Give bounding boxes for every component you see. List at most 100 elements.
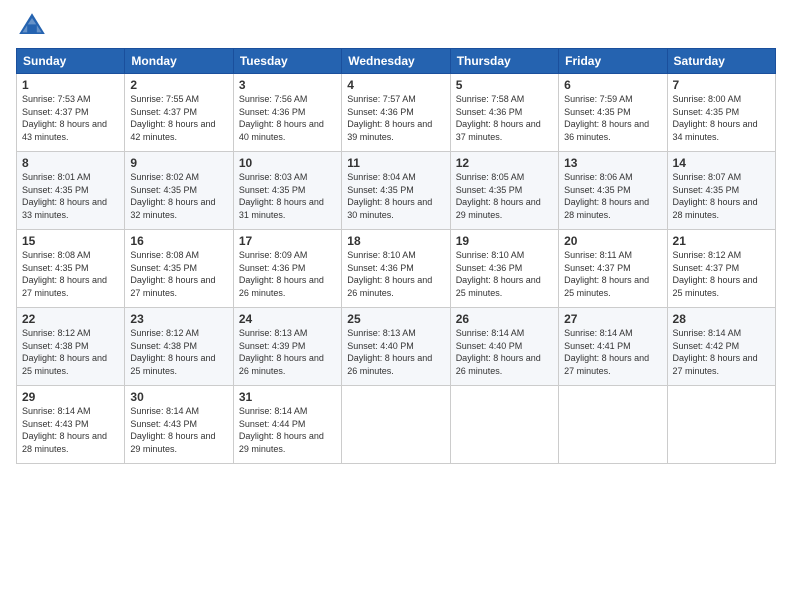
- day-cell: 14 Sunrise: 8:07 AMSunset: 4:35 PMDaylig…: [667, 152, 775, 230]
- day-cell: 8 Sunrise: 8:01 AMSunset: 4:35 PMDayligh…: [17, 152, 125, 230]
- logo-icon: [16, 10, 48, 42]
- day-cell: 25 Sunrise: 8:13 AMSunset: 4:40 PMDaylig…: [342, 308, 450, 386]
- day-info: Sunrise: 8:03 AMSunset: 4:35 PMDaylight:…: [239, 172, 324, 220]
- day-number: 31: [239, 390, 336, 404]
- day-info: Sunrise: 7:53 AMSunset: 4:37 PMDaylight:…: [22, 94, 107, 142]
- day-cell: 10 Sunrise: 8:03 AMSunset: 4:35 PMDaylig…: [233, 152, 341, 230]
- day-number: 6: [564, 78, 661, 92]
- day-info: Sunrise: 8:07 AMSunset: 4:35 PMDaylight:…: [673, 172, 758, 220]
- day-cell: 4 Sunrise: 7:57 AMSunset: 4:36 PMDayligh…: [342, 74, 450, 152]
- page: SundayMondayTuesdayWednesdayThursdayFrid…: [0, 0, 792, 612]
- day-number: 19: [456, 234, 553, 248]
- day-info: Sunrise: 8:10 AMSunset: 4:36 PMDaylight:…: [347, 250, 432, 298]
- day-info: Sunrise: 7:55 AMSunset: 4:37 PMDaylight:…: [130, 94, 215, 142]
- weekday-header-saturday: Saturday: [667, 49, 775, 74]
- day-info: Sunrise: 8:13 AMSunset: 4:39 PMDaylight:…: [239, 328, 324, 376]
- day-number: 24: [239, 312, 336, 326]
- day-number: 20: [564, 234, 661, 248]
- week-row-3: 15 Sunrise: 8:08 AMSunset: 4:35 PMDaylig…: [17, 230, 776, 308]
- day-cell: 23 Sunrise: 8:12 AMSunset: 4:38 PMDaylig…: [125, 308, 233, 386]
- day-info: Sunrise: 8:08 AMSunset: 4:35 PMDaylight:…: [130, 250, 215, 298]
- weekday-header-thursday: Thursday: [450, 49, 558, 74]
- day-cell: 3 Sunrise: 7:56 AMSunset: 4:36 PMDayligh…: [233, 74, 341, 152]
- day-info: Sunrise: 8:14 AMSunset: 4:41 PMDaylight:…: [564, 328, 649, 376]
- day-info: Sunrise: 8:09 AMSunset: 4:36 PMDaylight:…: [239, 250, 324, 298]
- week-row-4: 22 Sunrise: 8:12 AMSunset: 4:38 PMDaylig…: [17, 308, 776, 386]
- day-cell: [342, 386, 450, 464]
- day-number: 25: [347, 312, 444, 326]
- day-cell: 13 Sunrise: 8:06 AMSunset: 4:35 PMDaylig…: [559, 152, 667, 230]
- day-info: Sunrise: 8:02 AMSunset: 4:35 PMDaylight:…: [130, 172, 215, 220]
- day-cell: 19 Sunrise: 8:10 AMSunset: 4:36 PMDaylig…: [450, 230, 558, 308]
- weekday-header-wednesday: Wednesday: [342, 49, 450, 74]
- day-number: 29: [22, 390, 119, 404]
- day-cell: 7 Sunrise: 8:00 AMSunset: 4:35 PMDayligh…: [667, 74, 775, 152]
- day-number: 12: [456, 156, 553, 170]
- day-info: Sunrise: 8:01 AMSunset: 4:35 PMDaylight:…: [22, 172, 107, 220]
- day-cell: 27 Sunrise: 8:14 AMSunset: 4:41 PMDaylig…: [559, 308, 667, 386]
- day-number: 1: [22, 78, 119, 92]
- calendar-table: SundayMondayTuesdayWednesdayThursdayFrid…: [16, 48, 776, 464]
- day-cell: [559, 386, 667, 464]
- day-info: Sunrise: 8:06 AMSunset: 4:35 PMDaylight:…: [564, 172, 649, 220]
- day-number: 28: [673, 312, 770, 326]
- day-number: 21: [673, 234, 770, 248]
- day-number: 10: [239, 156, 336, 170]
- day-number: 16: [130, 234, 227, 248]
- weekday-header-tuesday: Tuesday: [233, 49, 341, 74]
- day-number: 4: [347, 78, 444, 92]
- day-info: Sunrise: 8:14 AMSunset: 4:40 PMDaylight:…: [456, 328, 541, 376]
- day-number: 9: [130, 156, 227, 170]
- day-number: 11: [347, 156, 444, 170]
- header: [16, 10, 776, 42]
- day-info: Sunrise: 8:12 AMSunset: 4:38 PMDaylight:…: [22, 328, 107, 376]
- day-number: 23: [130, 312, 227, 326]
- day-cell: 21 Sunrise: 8:12 AMSunset: 4:37 PMDaylig…: [667, 230, 775, 308]
- day-info: Sunrise: 8:11 AMSunset: 4:37 PMDaylight:…: [564, 250, 649, 298]
- week-row-5: 29 Sunrise: 8:14 AMSunset: 4:43 PMDaylig…: [17, 386, 776, 464]
- day-info: Sunrise: 7:56 AMSunset: 4:36 PMDaylight:…: [239, 94, 324, 142]
- day-number: 17: [239, 234, 336, 248]
- day-cell: 26 Sunrise: 8:14 AMSunset: 4:40 PMDaylig…: [450, 308, 558, 386]
- day-info: Sunrise: 8:05 AMSunset: 4:35 PMDaylight:…: [456, 172, 541, 220]
- day-cell: 6 Sunrise: 7:59 AMSunset: 4:35 PMDayligh…: [559, 74, 667, 152]
- day-number: 2: [130, 78, 227, 92]
- day-cell: 12 Sunrise: 8:05 AMSunset: 4:35 PMDaylig…: [450, 152, 558, 230]
- day-cell: 22 Sunrise: 8:12 AMSunset: 4:38 PMDaylig…: [17, 308, 125, 386]
- day-cell: 11 Sunrise: 8:04 AMSunset: 4:35 PMDaylig…: [342, 152, 450, 230]
- day-info: Sunrise: 8:00 AMSunset: 4:35 PMDaylight:…: [673, 94, 758, 142]
- day-cell: 16 Sunrise: 8:08 AMSunset: 4:35 PMDaylig…: [125, 230, 233, 308]
- day-cell: 15 Sunrise: 8:08 AMSunset: 4:35 PMDaylig…: [17, 230, 125, 308]
- day-info: Sunrise: 8:14 AMSunset: 4:42 PMDaylight:…: [673, 328, 758, 376]
- day-number: 14: [673, 156, 770, 170]
- day-cell: 1 Sunrise: 7:53 AMSunset: 4:37 PMDayligh…: [17, 74, 125, 152]
- week-row-2: 8 Sunrise: 8:01 AMSunset: 4:35 PMDayligh…: [17, 152, 776, 230]
- day-info: Sunrise: 8:12 AMSunset: 4:37 PMDaylight:…: [673, 250, 758, 298]
- day-cell: [667, 386, 775, 464]
- day-number: 22: [22, 312, 119, 326]
- day-info: Sunrise: 8:08 AMSunset: 4:35 PMDaylight:…: [22, 250, 107, 298]
- day-info: Sunrise: 8:10 AMSunset: 4:36 PMDaylight:…: [456, 250, 541, 298]
- week-row-1: 1 Sunrise: 7:53 AMSunset: 4:37 PMDayligh…: [17, 74, 776, 152]
- day-number: 5: [456, 78, 553, 92]
- day-info: Sunrise: 8:14 AMSunset: 4:43 PMDaylight:…: [22, 406, 107, 454]
- day-cell: 2 Sunrise: 7:55 AMSunset: 4:37 PMDayligh…: [125, 74, 233, 152]
- day-cell: 31 Sunrise: 8:14 AMSunset: 4:44 PMDaylig…: [233, 386, 341, 464]
- day-number: 7: [673, 78, 770, 92]
- day-number: 8: [22, 156, 119, 170]
- day-number: 26: [456, 312, 553, 326]
- day-info: Sunrise: 7:57 AMSunset: 4:36 PMDaylight:…: [347, 94, 432, 142]
- day-cell: 5 Sunrise: 7:58 AMSunset: 4:36 PMDayligh…: [450, 74, 558, 152]
- weekday-header-friday: Friday: [559, 49, 667, 74]
- day-cell: [450, 386, 558, 464]
- day-number: 18: [347, 234, 444, 248]
- day-info: Sunrise: 8:14 AMSunset: 4:43 PMDaylight:…: [130, 406, 215, 454]
- day-number: 13: [564, 156, 661, 170]
- day-number: 3: [239, 78, 336, 92]
- day-info: Sunrise: 8:04 AMSunset: 4:35 PMDaylight:…: [347, 172, 432, 220]
- logo: [16, 10, 52, 42]
- weekday-header-sunday: Sunday: [17, 49, 125, 74]
- day-cell: 9 Sunrise: 8:02 AMSunset: 4:35 PMDayligh…: [125, 152, 233, 230]
- day-cell: 20 Sunrise: 8:11 AMSunset: 4:37 PMDaylig…: [559, 230, 667, 308]
- day-cell: 24 Sunrise: 8:13 AMSunset: 4:39 PMDaylig…: [233, 308, 341, 386]
